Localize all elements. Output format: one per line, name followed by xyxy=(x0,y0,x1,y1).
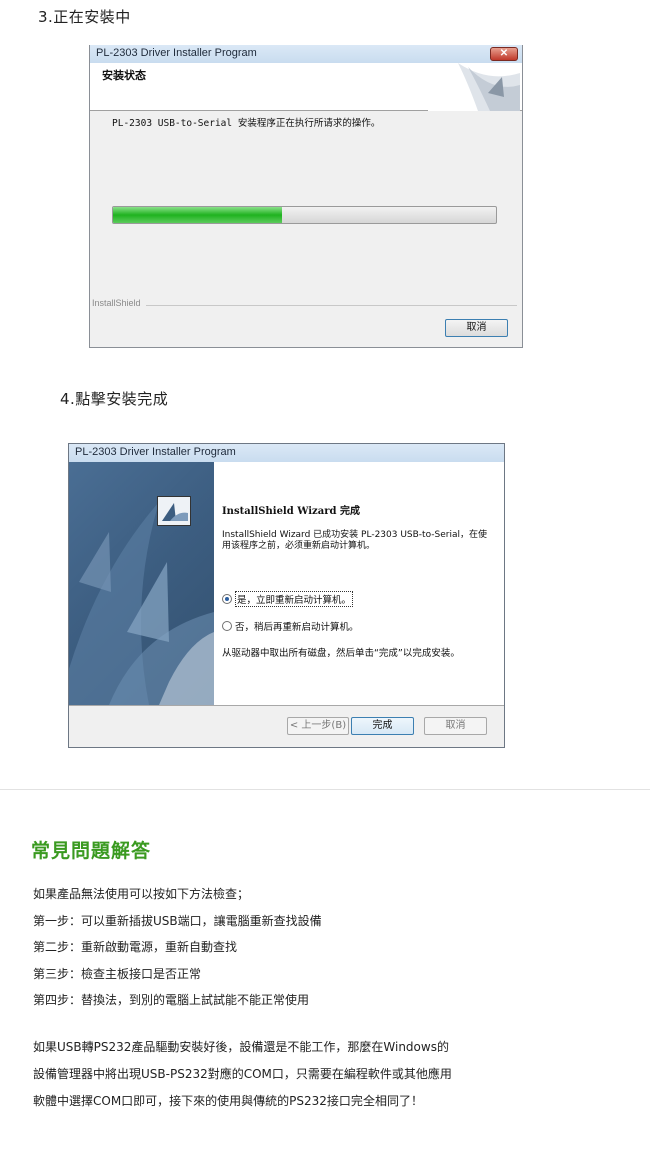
installshield-logo xyxy=(157,496,191,526)
progress-fill xyxy=(113,207,282,223)
install-progress-bar xyxy=(112,206,497,224)
restart-now-label[interactable]: 是，立即重新启动计算机。 xyxy=(235,591,354,607)
button-bar-divider xyxy=(69,705,504,706)
dialog-title: PL-2303 Driver Installer Program xyxy=(75,446,236,458)
restart-later-option[interactable]: 否，稍后再重新启动计算机。 xyxy=(222,619,359,633)
installshield-banner-art xyxy=(428,63,520,111)
cancel-button[interactable]: 取消 xyxy=(445,319,508,337)
wizard-side-art xyxy=(69,502,214,705)
wizard-title: InstallShield Wizard 完成 xyxy=(222,506,360,517)
radio-unchecked-icon[interactable] xyxy=(222,621,232,631)
installshield-brand: InstallShield xyxy=(92,298,141,308)
faq-line: 如果產品無法使用可以按如下方法檢查； xyxy=(33,887,250,901)
faq-line: 第四步：替換法，到別的電腦上試試能不能正常使用 xyxy=(33,993,310,1007)
restart-later-label[interactable]: 否，稍后再重新启动计算机。 xyxy=(235,619,359,633)
brand-divider xyxy=(146,305,517,306)
install-progress-dialog: PL-2303 Driver Installer Program ✕ 安装状态 … xyxy=(89,45,523,348)
dialog-title: PL-2303 Driver Installer Program xyxy=(96,47,257,59)
faq-line: 第一步：可以重新插拔USB端口，讓電腦重新查找設備 xyxy=(33,914,322,928)
faq-title: 常見問題解答 xyxy=(31,840,152,862)
faq-paragraph-line: 如果USB轉PS232產品驅動安裝好後，設備還是不能工作，那麼在Windows的 xyxy=(33,1040,449,1054)
faq-line: 第三步：檢查主板接口是否正常 xyxy=(33,967,202,981)
cancel-button[interactable]: 取消 xyxy=(424,717,487,735)
faq-paragraph-line: 軟體中選擇COM口即可，接下來的使用與傳統的PS232接口完全相同了！ xyxy=(33,1094,423,1108)
wizard-side-panel xyxy=(69,462,214,705)
section-divider xyxy=(0,789,650,790)
header-title: 安装状态 xyxy=(102,69,146,82)
step3-heading: 3.正在安裝中 xyxy=(38,8,131,26)
restart-now-option[interactable]: 是，立即重新启动计算机。 xyxy=(222,591,354,607)
wizard-message: InstallShield Wizard 已成功安装 PL-2303 USB-t… xyxy=(222,530,487,551)
wizard-note: 从驱动器中取出所有磁盘，然后单击“完成”以完成安装。 xyxy=(222,648,460,659)
faq-paragraph-line: 設備管理器中將出現USB-PS232對應的COM口，只需要在編程軟件或其他應用 xyxy=(33,1067,452,1081)
dialog-titlebar[interactable]: PL-2303 Driver Installer Program xyxy=(69,444,504,462)
faq-line: 第二步：重新啟動電源，重新自動查找 xyxy=(33,940,238,954)
status-message: PL-2303 USB-to-Serial 安装程序正在执行所请求的操作。 xyxy=(112,118,381,129)
dialog-titlebar[interactable]: PL-2303 Driver Installer Program ✕ xyxy=(90,45,522,63)
close-button[interactable]: ✕ xyxy=(490,47,518,61)
wizard-complete-dialog: PL-2303 Driver Installer Program Install… xyxy=(68,443,505,748)
back-button[interactable]: < 上一步(B) xyxy=(287,717,349,735)
radio-checked-icon[interactable] xyxy=(222,594,232,604)
wizard-content: InstallShield Wizard 完成 InstallShield Wi… xyxy=(214,462,504,705)
finish-button[interactable]: 完成 xyxy=(351,717,414,735)
step4-heading: 4.點擊安裝完成 xyxy=(60,390,169,408)
dialog-header: 安装状态 xyxy=(90,63,522,111)
